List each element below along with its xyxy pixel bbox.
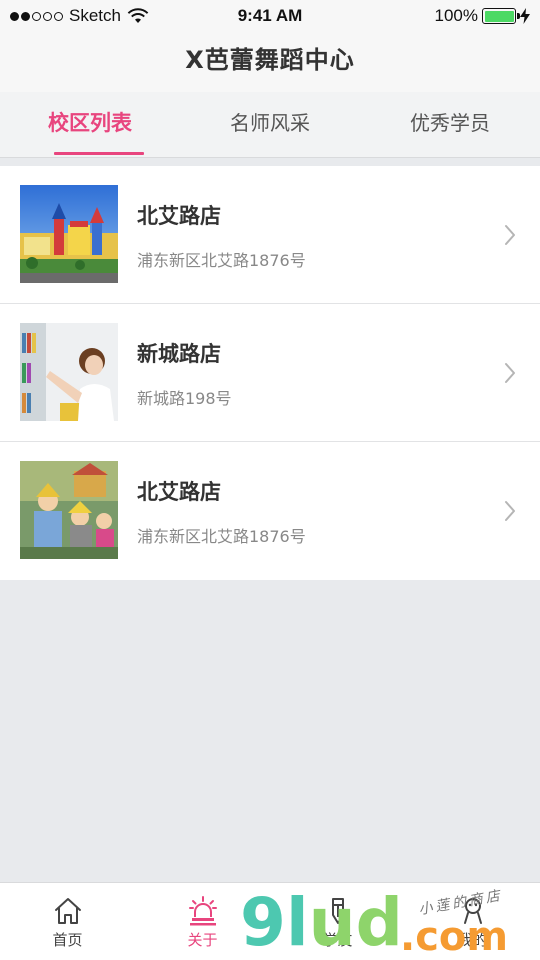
tabbar-classmates[interactable]: 学友: [270, 883, 405, 960]
list-item[interactable]: 北艾路店 浦东新区北艾路1876号: [0, 442, 540, 580]
chevron-right-icon: [505, 363, 515, 383]
store-thumbnail: [20, 461, 118, 559]
tab-students[interactable]: 优秀学员: [360, 92, 540, 157]
chevron-right-icon: [505, 501, 515, 521]
store-address: 浦东新区北艾路1876号: [137, 527, 306, 546]
store-address: 新城路198号: [137, 389, 232, 408]
tab-teachers[interactable]: 名师风采: [180, 92, 360, 157]
chevron-right-icon: [505, 225, 515, 245]
battery-icon: [482, 8, 520, 24]
tabbar-mine-label: 我的: [457, 931, 488, 949]
bottom-tab-bar: 首页 关于 学友 我的: [0, 882, 540, 960]
battery-percent: 100%: [434, 6, 478, 25]
store-list: 北艾路店 浦东新区北艾路1876号 新城路店 新城路198号 北艾路店 浦东新区…: [0, 166, 540, 580]
segment-tabs: 校区列表 名师风采 优秀学员: [0, 92, 540, 158]
page-title: X芭蕾舞蹈中心: [185, 46, 355, 74]
store-address: 浦东新区北艾路1876号: [137, 251, 306, 270]
charging-icon: [520, 8, 530, 24]
tabbar-mine[interactable]: 我的: [405, 883, 540, 960]
tab-campus-list[interactable]: 校区列表: [0, 92, 180, 157]
home-icon: [54, 898, 81, 924]
list-item[interactable]: 新城路店 新城路198号: [0, 304, 540, 442]
status-right: 100%: [435, 6, 530, 26]
store-thumbnail: [20, 185, 118, 283]
store-name: 新城路店: [137, 342, 221, 366]
navigation-bar: X芭蕾舞蹈中心: [0, 32, 540, 92]
store-name: 北艾路店: [137, 480, 221, 504]
tabbar-about[interactable]: 关于: [135, 883, 270, 960]
tabbar-about-label: 关于: [187, 931, 218, 949]
store-thumbnail: [20, 323, 118, 421]
user-icon: [463, 898, 482, 924]
store-name: 北艾路店: [137, 204, 221, 228]
alarm-light-icon: [188, 896, 217, 926]
list-item[interactable]: 北艾路店 浦东新区北艾路1876号: [0, 166, 540, 304]
status-bar: Sketch 9:41 AM 100%: [0, 0, 540, 32]
pencil-icon: [331, 898, 344, 924]
tabbar-home[interactable]: 首页: [0, 883, 135, 960]
tabbar-home-label: 首页: [52, 931, 83, 949]
tabbar-classmates-label: 学友: [322, 931, 353, 949]
